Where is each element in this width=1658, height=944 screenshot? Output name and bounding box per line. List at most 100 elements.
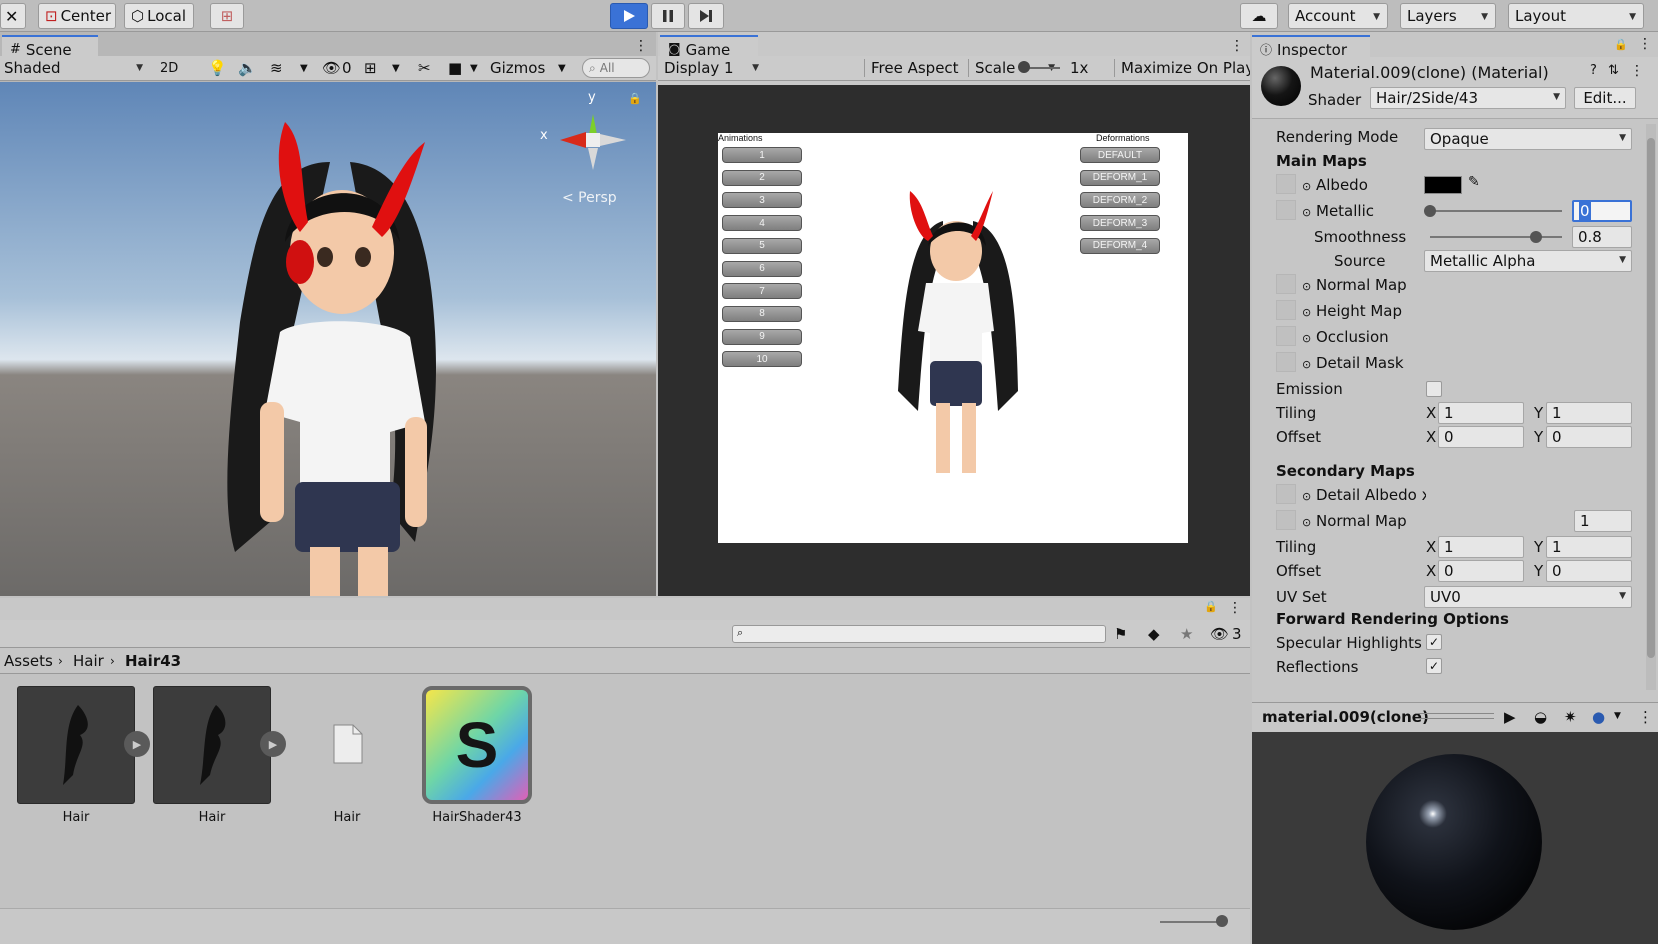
collab-cloud-button[interactable]: ☁	[1240, 3, 1278, 29]
preview-shape-icon[interactable]: ◒	[1534, 708, 1547, 726]
secondary-tiling-y-input[interactable]: 1	[1546, 536, 1632, 558]
preview-drag-handle[interactable]	[1416, 713, 1494, 719]
deform-button-deform-3[interactable]: DEFORM_3	[1080, 215, 1160, 232]
tiling-x-input[interactable]: 1	[1438, 402, 1524, 424]
gizmos-dropdown[interactable]: Gizmos	[490, 59, 545, 77]
preview-play-icon[interactable]: ▶	[1504, 708, 1516, 726]
scene-viewport[interactable]: y x < Persp 🔒	[0, 82, 656, 596]
inspector-lock-icon[interactable]: 🔒	[1614, 38, 1628, 51]
grid-dropdown-icon[interactable]: ▼	[392, 63, 400, 74]
preset-icon[interactable]: ⇅	[1608, 63, 1619, 78]
texture-picker-icon[interactable]: ⊙	[1302, 306, 1311, 319]
grid-toggle-icon[interactable]: ⊞	[364, 59, 377, 77]
emission-checkbox[interactable]	[1426, 381, 1442, 397]
height-map-texture-slot[interactable]	[1276, 300, 1296, 320]
smoothness-slider-handle[interactable]	[1530, 231, 1542, 243]
tools-icon[interactable]: ✂	[418, 59, 431, 77]
source-dropdown[interactable]: Metallic Alpha	[1424, 250, 1632, 272]
mode-2d-toggle[interactable]: 2D	[160, 61, 178, 76]
specular-highlights-checkbox[interactable]: ✓	[1426, 634, 1442, 650]
scale-slider[interactable]	[1018, 61, 1060, 73]
uv-set-dropdown[interactable]: UV0	[1424, 586, 1632, 608]
asset-item-hair-file[interactable]: Hair	[288, 686, 406, 825]
hidden-packages-icon[interactable]: 👁	[1210, 625, 1229, 643]
secondary-offset-x-input[interactable]: 0	[1438, 560, 1524, 582]
game-tab-menu-icon[interactable]: ⋮	[1230, 38, 1244, 54]
effects-dropdown-icon[interactable]: ▼	[300, 63, 308, 74]
metallic-slider-handle[interactable]	[1424, 205, 1436, 217]
occlusion-texture-slot[interactable]	[1276, 326, 1296, 346]
shader-dropdown[interactable]: Hair/2Side/43	[1370, 87, 1566, 109]
inspector-scrollbar[interactable]	[1646, 124, 1656, 690]
maximize-on-play-toggle[interactable]: Maximize On Play	[1114, 59, 1250, 77]
expand-arrow-icon[interactable]: ▶	[260, 731, 286, 757]
asset-item-hair-model-1[interactable]: ▶ Hair	[17, 686, 150, 825]
rendering-mode-dropdown[interactable]: Opaque	[1424, 128, 1632, 150]
account-dropdown[interactable]: Account	[1288, 3, 1388, 29]
eyedropper-icon[interactable]: ✎	[1468, 174, 1480, 190]
project-lock-icon[interactable]: 🔒	[1204, 600, 1218, 613]
scene-search-input[interactable]: ⌕ All	[582, 58, 650, 78]
normal-map-texture-slot[interactable]	[1276, 274, 1296, 294]
hidden-objects-icon[interactable]: 👁	[322, 59, 341, 77]
tools-menu-button[interactable]: ✕	[0, 3, 26, 29]
offset-x-input[interactable]: 0	[1438, 426, 1524, 448]
shading-mode-dropdown[interactable]: Shaded	[4, 59, 148, 77]
expand-arrow-icon[interactable]: ▶	[124, 731, 150, 757]
icon-size-slider[interactable]	[1160, 915, 1228, 927]
shader-edit-button[interactable]: Edit...	[1574, 87, 1636, 109]
tiling-y-input[interactable]: 1	[1546, 402, 1632, 424]
secondary-normal-scale-input[interactable]: 1	[1574, 510, 1632, 532]
deform-button-deform-2[interactable]: DEFORM_2	[1080, 192, 1160, 209]
scale-slider-handle[interactable]	[1018, 61, 1030, 73]
animation-button-8[interactable]: 8	[722, 305, 802, 322]
layout-dropdown[interactable]: Layout	[1508, 3, 1644, 29]
deform-button-deform-1[interactable]: DEFORM_1	[1080, 169, 1160, 186]
lighting-icon[interactable]: 💡	[208, 59, 227, 77]
breadcrumb-hair43[interactable]: Hair43	[125, 652, 181, 670]
preview-sphere-icon[interactable]: ●	[1592, 708, 1605, 726]
reflections-checkbox[interactable]: ✓	[1426, 658, 1442, 674]
play-button[interactable]	[610, 3, 648, 29]
material-preview[interactable]	[1252, 732, 1658, 944]
secondary-offset-y-input[interactable]: 0	[1546, 560, 1632, 582]
audio-icon[interactable]: 🔈	[238, 59, 257, 77]
deform-button-default[interactable]: DEFAULT	[1080, 147, 1160, 163]
pause-button[interactable]	[651, 3, 685, 29]
animation-button-7[interactable]: 7	[722, 283, 802, 300]
preview-light-icon[interactable]: ✷	[1564, 708, 1577, 726]
texture-picker-icon[interactable]: ⊙	[1302, 332, 1311, 345]
albedo-texture-slot[interactable]	[1276, 174, 1296, 194]
albedo-color-swatch[interactable]	[1424, 176, 1462, 194]
game-view[interactable]: Animations Deformations 1 2 3 4 5 6 7 8 9 10 DEFA…	[718, 133, 1188, 543]
animation-button-9[interactable]: 9	[722, 328, 802, 345]
asset-item-hairshader43[interactable]: S HairShader43	[422, 686, 532, 825]
effects-icon[interactable]: ≋	[270, 59, 283, 77]
gizmos-dropdown-arrow-icon[interactable]: ▼	[558, 63, 566, 74]
animation-button-1[interactable]: 1	[722, 147, 802, 163]
animation-button-5[interactable]: 5	[722, 237, 802, 254]
favorites-icon[interactable]: ★	[1180, 625, 1193, 643]
animation-button-2[interactable]: 2	[722, 169, 802, 186]
perspective-toggle[interactable]: < Persp	[562, 190, 617, 206]
animation-button-6[interactable]: 6	[722, 260, 802, 277]
pivot-local-button[interactable]: ⬡ Local	[124, 3, 194, 29]
help-icon[interactable]: ?	[1590, 63, 1597, 78]
metallic-input[interactable]: 0	[1572, 200, 1632, 222]
pivot-center-button[interactable]: ⊡ Center	[38, 3, 116, 29]
texture-picker-icon[interactable]: ⊙	[1302, 206, 1311, 219]
inspector-menu-icon[interactable]: ⋮	[1638, 36, 1652, 52]
metallic-texture-slot[interactable]	[1276, 200, 1296, 220]
layers-dropdown[interactable]: Layers	[1400, 3, 1496, 29]
secondary-normal-map-texture-slot[interactable]	[1276, 510, 1296, 530]
project-menu-icon[interactable]: ⋮	[1228, 600, 1242, 616]
camera-dropdown-icon[interactable]: ▼	[470, 63, 478, 74]
texture-picker-icon[interactable]: ⊙	[1302, 180, 1311, 193]
search-by-label-icon[interactable]: ◆	[1148, 625, 1160, 643]
animation-button-10[interactable]: 10	[722, 351, 802, 368]
icon-size-slider-handle[interactable]	[1216, 915, 1228, 927]
snap-button[interactable]: ⊞	[210, 3, 244, 29]
smoothness-slider[interactable]	[1430, 231, 1562, 243]
display-dropdown[interactable]: Display 1	[664, 59, 764, 77]
animation-button-3[interactable]: 3	[722, 192, 802, 209]
